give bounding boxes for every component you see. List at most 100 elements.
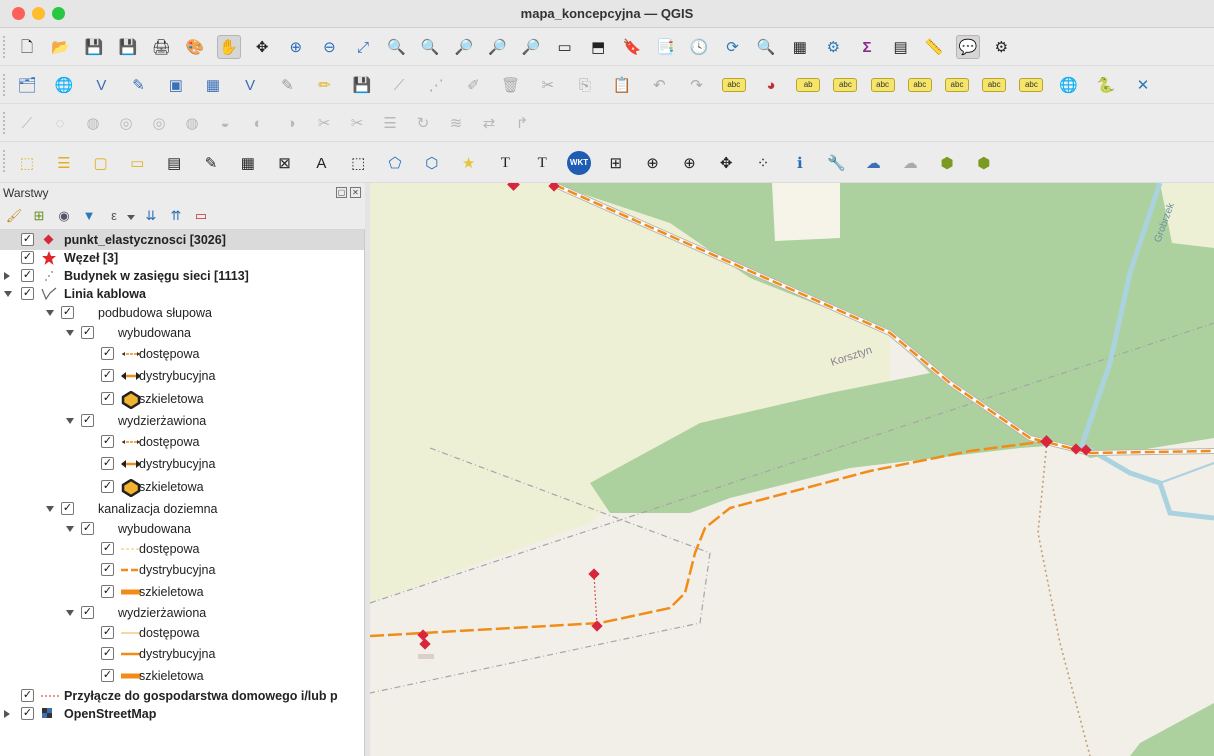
style-manager-icon[interactable]: 🎨 <box>183 35 207 59</box>
settings-icon[interactable]: ⚙ <box>989 35 1013 59</box>
wkt-icon[interactable]: WKT <box>567 151 591 175</box>
expand-all-icon[interactable]: ⇊ <box>142 207 160 225</box>
new-temporary-layer-icon[interactable]: ▦ <box>201 73 225 97</box>
collapse-arrow-icon[interactable] <box>66 610 74 616</box>
layer-visibility-checkbox[interactable]: ✓ <box>101 647 114 660</box>
layer-visibility-checkbox[interactable]: ✓ <box>101 563 114 576</box>
select-annotation-icon[interactable]: ⬚ <box>346 151 370 175</box>
close-panel-button[interactable]: ✕ <box>350 187 361 198</box>
vertex-tool-icon[interactable]: ⋰ <box>424 73 448 97</box>
refresh-icon[interactable]: ⟳ <box>721 35 745 59</box>
temporal-controller-icon[interactable]: 🕓 <box>687 35 711 59</box>
layer-visibility-checkbox[interactable]: ✓ <box>21 707 34 720</box>
collapse-arrow-icon[interactable] <box>66 330 74 336</box>
add-part-icon[interactable]: ◍ <box>81 111 105 135</box>
layer-visibility-checkbox[interactable]: ✓ <box>101 392 114 405</box>
filter-legend-icon[interactable]: ▼ <box>80 207 98 225</box>
layer-visibility-checkbox[interactable]: ✓ <box>21 287 34 300</box>
layer-tree-row[interactable]: ✓ Linia kablowa <box>0 284 364 304</box>
layer-visibility-checkbox[interactable]: ✓ <box>61 502 74 515</box>
zoom-next-icon[interactable]: 🔎 <box>519 35 543 59</box>
pan-to-selection-icon[interactable]: ✥ <box>250 35 274 59</box>
layer-visibility-checkbox[interactable]: ✓ <box>81 326 94 339</box>
layer-tree-row[interactable]: ✓ dystrybucyjna <box>0 454 364 474</box>
print-layout-icon[interactable]: 🖨 <box>149 35 173 59</box>
save-edits-icon[interactable]: 💾 <box>350 73 374 97</box>
modify-attributes-icon[interactable]: ✐ <box>461 73 485 97</box>
layer-visibility-checkbox[interactable]: ✓ <box>21 233 34 246</box>
move-feature-icon[interactable]: ✥ <box>714 151 738 175</box>
deselect-icon[interactable]: ▢ <box>89 151 113 175</box>
capture-coordinate-icon[interactable]: ⊕ <box>677 151 701 175</box>
pan-icon[interactable]: ✋ <box>216 35 241 59</box>
layer-tree-row[interactable]: ✓ Węzeł [3] <box>0 248 364 268</box>
layer-visibility-checkbox[interactable]: ✓ <box>21 269 34 282</box>
label-show-icon[interactable]: abc <box>870 78 895 92</box>
new-bookmark-icon[interactable]: 🔖 <box>620 35 644 59</box>
layer-tree-row[interactable]: ✓ dystrybucyjna <box>0 644 364 664</box>
georeferencer-icon[interactable]: ⊠ <box>273 151 297 175</box>
toolbar-grip[interactable] <box>3 74 9 96</box>
text-format-icon[interactable]: T <box>530 151 554 175</box>
add-group-icon[interactable]: ⊞ <box>30 207 48 225</box>
3d-box-icon[interactable]: ⬢ <box>935 151 959 175</box>
new-mesh-icon[interactable]: V <box>238 73 262 97</box>
zoom-to-layer-icon[interactable]: 🔍 <box>418 35 442 59</box>
layer-visibility-checkbox[interactable]: ✓ <box>101 369 114 382</box>
processing-icon[interactable]: ⚙ <box>821 35 845 59</box>
tool-wrench-icon[interactable]: 🔧 <box>825 151 849 175</box>
remove-layer-icon[interactable]: ▭ <box>192 207 210 225</box>
add-text-icon[interactable]: T <box>493 151 517 175</box>
layer-tree-row[interactable]: ✓ dystrybucyjna <box>0 560 364 580</box>
layer-tree-row[interactable]: ✓ szkieletowa <box>0 582 364 602</box>
layer-tree-row[interactable]: ✓ podbudowa słupowa <box>0 303 364 323</box>
snapping-icon[interactable]: ✕ <box>1131 73 1155 97</box>
collapse-arrow-icon[interactable] <box>66 418 74 424</box>
filter-expression-icon[interactable]: ε <box>105 207 123 225</box>
merge-icon[interactable]: ✂ <box>345 111 369 135</box>
layer-visibility-checkbox[interactable]: ✓ <box>81 522 94 535</box>
new-shapefile-icon[interactable]: V <box>89 73 113 97</box>
save-as-icon[interactable]: 💾 <box>116 35 140 59</box>
add-ring-icon[interactable]: ◌ <box>48 111 72 135</box>
layer-tree-row[interactable]: ✓ Budynek w zasięgu sieci [1113] <box>0 266 364 286</box>
sum-icon[interactable]: Σ <box>855 35 879 59</box>
cloud-icon[interactable]: ☁ <box>861 151 885 175</box>
label-move-icon[interactable]: abc <box>907 78 932 92</box>
layer-tree-row[interactable]: ✓ kanalizacja doziemna <box>0 499 364 519</box>
3d-box-settings-icon[interactable]: ⬢ <box>972 151 996 175</box>
layer-visibility-checkbox[interactable]: ✓ <box>101 626 114 639</box>
copy-features-icon[interactable]: ⎘ <box>573 73 597 97</box>
expand-arrow-icon[interactable] <box>4 272 10 280</box>
open-table-icon[interactable]: ▦ <box>236 151 260 175</box>
layer-tree-row[interactable]: ✓ szkieletowa <box>0 477 364 498</box>
zoom-last-icon[interactable]: 🔎 <box>485 35 509 59</box>
layer-visibility-checkbox[interactable]: ✓ <box>21 251 34 264</box>
collapse-arrow-icon[interactable] <box>4 291 12 297</box>
attribute-table-icon[interactable]: ▤ <box>889 35 913 59</box>
offset-icon[interactable]: ◐ <box>246 111 270 135</box>
crosshair-icon[interactable]: ⊕ <box>641 151 665 175</box>
map-canvas[interactable]: Korsztyn Grobrzek <box>370 183 1214 756</box>
layer-tree-row[interactable]: ✓ punkt_elastycznosci [3026] <box>0 230 364 250</box>
python-icon[interactable]: 🐍 <box>1094 73 1118 97</box>
map-tips-icon[interactable]: 💬 <box>955 35 980 59</box>
layer-tree-row[interactable]: ✓ dostępowa <box>0 539 364 559</box>
layer-tree-row[interactable]: ✓ szkieletowa <box>0 389 364 410</box>
edit-pencil-icon[interactable]: ✎ <box>275 73 299 97</box>
show-bookmarks-icon[interactable]: 📑 <box>653 35 677 59</box>
measure-icon[interactable]: 📏 <box>922 35 946 59</box>
layer-tree-row[interactable]: ✓ Przyłącze do gospodarstwa domowego i/lu… <box>0 686 364 706</box>
diagram-icon[interactable]: ◕ <box>759 73 783 97</box>
data-source-manager-icon[interactable]: 🗂 <box>15 73 39 97</box>
zoom-to-selection-icon[interactable]: 🔍 <box>385 35 409 59</box>
reshape-icon[interactable]: ◒ <box>213 111 237 135</box>
new-project-icon[interactable]: 🗋 <box>15 35 39 59</box>
point-cloud-icon[interactable]: ⁘ <box>751 151 775 175</box>
cut-features-icon[interactable]: ✂ <box>536 73 560 97</box>
layer-visibility-checkbox[interactable]: ✓ <box>101 669 114 682</box>
new-spatialite-icon[interactable]: ✎ <box>127 73 151 97</box>
select-location-icon[interactable]: ▭ <box>125 151 149 175</box>
paste-features-icon[interactable]: 📋 <box>610 73 634 97</box>
zoom-native-icon[interactable]: 🔎 <box>452 35 476 59</box>
